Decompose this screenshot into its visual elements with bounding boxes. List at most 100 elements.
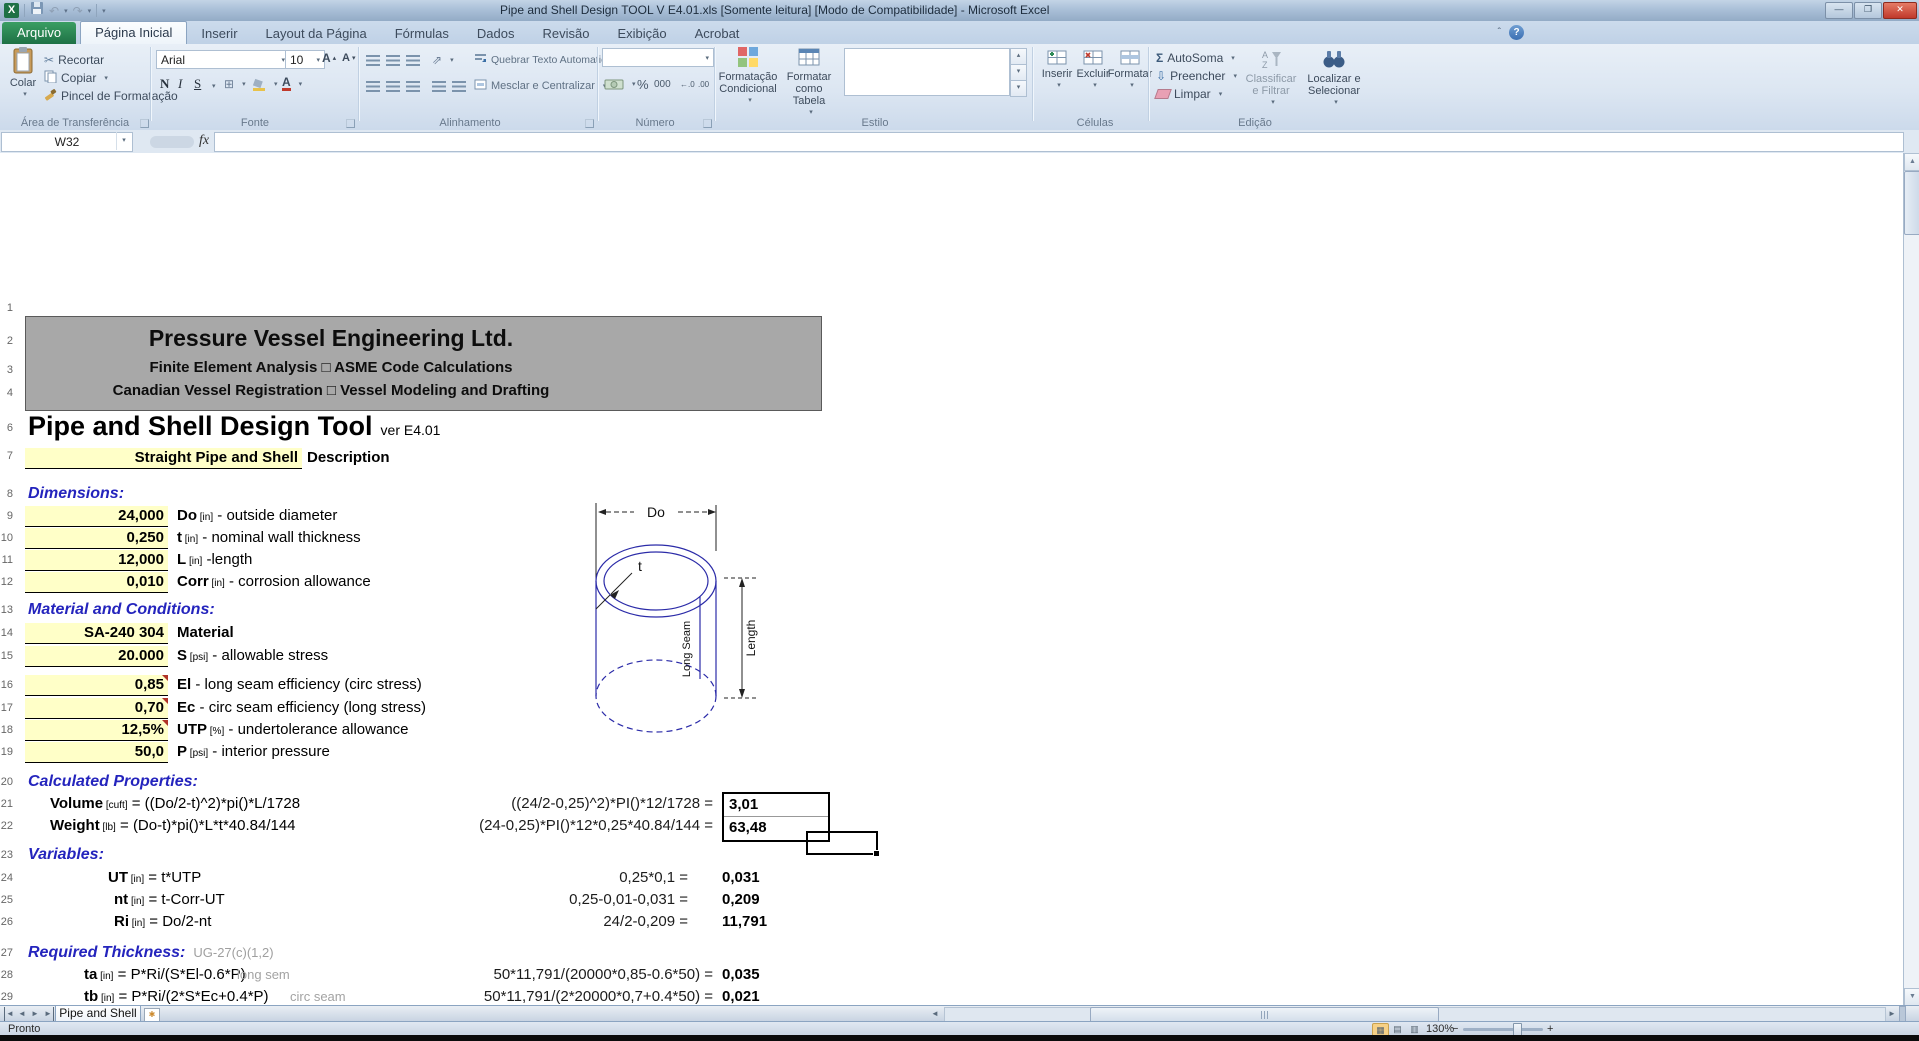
redo-dropdown-icon[interactable]: ▾ <box>88 7 92 15</box>
input-cell[interactable]: 0,85 <box>25 675 168 696</box>
name-box-dropdown-icon[interactable]: ▾ <box>116 132 131 150</box>
font-dialog-launcher[interactable] <box>346 119 355 128</box>
underline-button[interactable]: S <box>194 76 201 92</box>
input-cell[interactable]: 12,5% <box>25 720 168 741</box>
number-dialog-launcher[interactable] <box>703 119 712 128</box>
clear-button[interactable]: Limpar ▾ <box>1156 86 1222 102</box>
row-number[interactable]: 15 <box>0 649 13 663</box>
grow-font-button[interactable]: A▴ <box>322 50 336 66</box>
excel-logo-icon[interactable]: X <box>4 3 19 18</box>
vertical-scroll-thumb[interactable] <box>1904 171 1919 235</box>
orientation-icon[interactable]: ⇗▾ <box>432 52 454 68</box>
row-number[interactable]: 1 <box>0 301 13 315</box>
gallery-up-icon[interactable]: ▴ <box>1010 48 1027 65</box>
row-number[interactable]: 22 <box>0 819 13 833</box>
sort-filter-button[interactable]: AZ Classificar e Filtrar ▾ <box>1242 48 1300 109</box>
cut-button[interactable]: ✂ Recortar <box>44 52 104 68</box>
hscroll-left-icon[interactable]: ◄ <box>931 1007 939 1021</box>
row-number[interactable]: 14 <box>0 626 13 640</box>
row-number[interactable]: 20 <box>0 775 13 789</box>
paste-dropdown-icon[interactable]: ▾ <box>23 89 27 101</box>
zoom-level[interactable]: 130% <box>1426 1023 1454 1035</box>
gallery-down-icon[interactable]: ▾ <box>1010 64 1027 81</box>
gallery-more-icon[interactable]: ▾ <box>1010 80 1027 97</box>
find-select-button[interactable]: Localizar e Selecionar ▾ <box>1302 48 1366 109</box>
copy-dropdown-icon[interactable]: ▾ <box>104 74 108 82</box>
formula-input[interactable] <box>214 132 1904 152</box>
align-right-icon[interactable] <box>406 78 420 94</box>
minimize-button[interactable]: — <box>1825 2 1853 19</box>
underline-dropdown-icon[interactable]: ▾ <box>212 78 216 94</box>
row-number[interactable]: 3 <box>0 363 13 377</box>
previous-sheet-icon[interactable]: ◄ <box>18 1007 26 1021</box>
redo-icon[interactable]: ↷ <box>73 4 83 18</box>
clipboard-dialog-launcher[interactable] <box>140 119 149 128</box>
first-sheet-icon[interactable]: ◄ <box>4 1007 14 1021</box>
format-painter-button[interactable]: Pincel de Formatação <box>44 88 178 104</box>
input-cell[interactable]: 0,250 <box>25 528 168 549</box>
scroll-up-icon[interactable]: ▲ <box>1904 153 1919 171</box>
input-cell[interactable]: 0,010 <box>25 572 168 593</box>
number-format-select[interactable]: ▾ <box>602 48 714 67</box>
row-number[interactable]: 23 <box>0 848 13 862</box>
zoom-in-icon[interactable]: + <box>1547 1023 1553 1035</box>
accounting-format-icon[interactable]: ▾ <box>604 76 636 92</box>
input-cell[interactable]: 50,0 <box>25 742 168 763</box>
autosum-button[interactable]: Σ AutoSoma ▾ <box>1156 50 1235 66</box>
row-number[interactable]: 11 <box>0 553 13 567</box>
row-number[interactable]: 24 <box>0 871 13 885</box>
save-icon[interactable] <box>30 1 44 20</box>
restore-button[interactable]: ❐ <box>1854 2 1882 19</box>
row-number[interactable]: 28 <box>0 968 13 982</box>
tab-revisao[interactable]: Revisão <box>529 23 604 44</box>
row-number[interactable]: 16 <box>0 678 13 692</box>
format-cells-button[interactable]: Formatar ▾ <box>1112 50 1148 92</box>
row-number[interactable]: 2 <box>0 334 13 348</box>
merge-center-button[interactable]: Mesclar e Centralizar ▾ <box>474 78 606 94</box>
insert-cells-button[interactable]: Inserir ▾ <box>1040 50 1074 92</box>
tab-inserir[interactable]: Inserir <box>187 23 251 44</box>
cell-styles-gallery[interactable] <box>844 48 1010 96</box>
zoom-out-icon[interactable]: − <box>1452 1023 1458 1035</box>
delete-cells-button[interactable]: Excluir ▾ <box>1076 50 1110 92</box>
row-number[interactable]: 27 <box>0 946 13 960</box>
percent-style-button[interactable]: % <box>637 76 649 92</box>
fill-color-icon[interactable]: ▾ <box>252 76 278 92</box>
comma-style-button[interactable]: 000 <box>654 76 671 92</box>
decrease-indent-icon[interactable] <box>432 78 446 94</box>
row-number[interactable]: 6 <box>0 421 13 435</box>
row-number[interactable]: 26 <box>0 915 13 929</box>
row-number[interactable]: 7 <box>0 449 13 463</box>
row-number[interactable]: 29 <box>0 990 13 1004</box>
page-layout-view-icon[interactable]: ▤ <box>1390 1023 1405 1035</box>
help-icon[interactable]: ? <box>1509 25 1524 40</box>
italic-button[interactable]: I <box>178 76 182 92</box>
row-number[interactable]: 17 <box>0 701 13 715</box>
align-center-icon[interactable] <box>386 78 400 94</box>
bold-button[interactable]: N <box>160 76 169 92</box>
align-bottom-icon[interactable] <box>406 52 420 68</box>
vertical-scrollbar[interactable]: ▲ ▼ <box>1903 153 1919 1005</box>
input-cell[interactable]: SA-240 304 <box>25 623 168 644</box>
increase-decimal-icon[interactable]: ←.0 <box>680 76 695 92</box>
description-cell[interactable]: Straight Pipe and Shell <box>25 448 302 469</box>
qat-customize-icon[interactable]: ▾ <box>102 7 106 15</box>
row-number[interactable]: 21 <box>0 797 13 811</box>
last-sheet-icon[interactable]: ► <box>44 1007 54 1021</box>
borders-icon[interactable]: ⊞▾ <box>224 76 246 92</box>
conditional-formatting-button[interactable]: Formatação Condicional ▾ <box>720 46 776 107</box>
hscroll-right-icon[interactable]: ► <box>1888 1007 1896 1021</box>
align-middle-icon[interactable] <box>386 52 400 68</box>
fill-button[interactable]: ⇩ Preencher ▾ <box>1156 68 1237 84</box>
undo-icon[interactable]: ↶ <box>49 4 59 18</box>
input-cell[interactable]: 24,000 <box>25 506 168 527</box>
row-number[interactable]: 8 <box>0 487 13 501</box>
sheet-area[interactable]: Pressure Vessel Engineering Ltd. Finite … <box>0 153 1903 1005</box>
row-number[interactable]: 4 <box>0 386 13 400</box>
input-cell[interactable]: 0,70 <box>25 698 168 719</box>
volume-result[interactable]: 3,01 <box>724 794 828 817</box>
tab-layout-da-pagina[interactable]: Layout da Página <box>252 23 381 44</box>
minimize-ribbon-icon[interactable]: ˆ <box>1498 27 1501 38</box>
paste-button[interactable]: Colar ▾ <box>5 46 41 101</box>
font-family-select[interactable]: Arial ▾ <box>156 50 290 69</box>
